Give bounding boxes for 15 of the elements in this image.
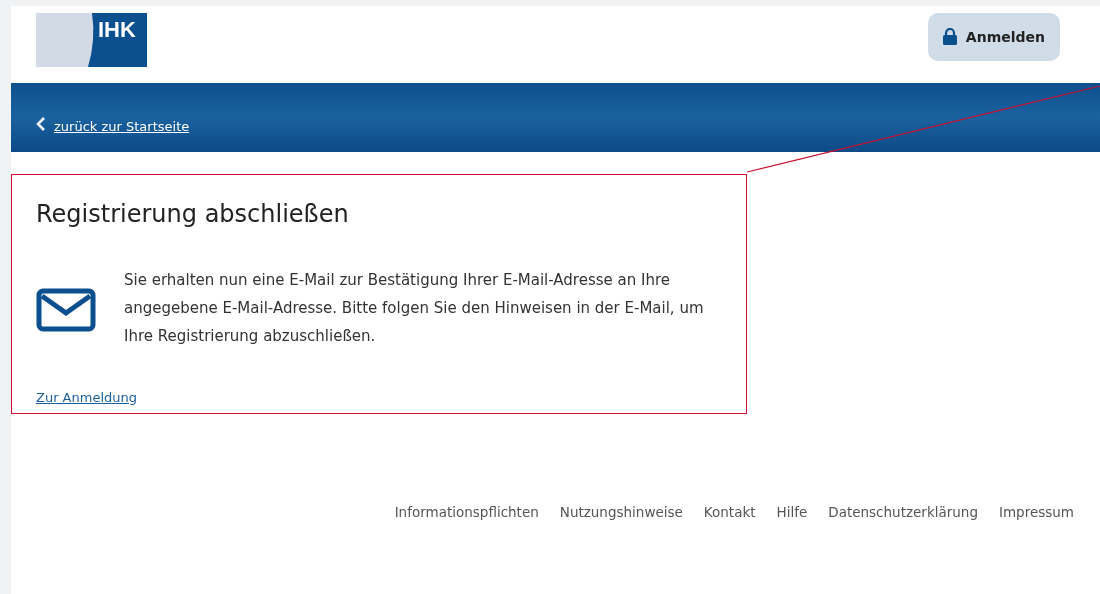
chevron-left-icon — [36, 117, 46, 131]
login-button[interactable]: Anmelden — [927, 12, 1060, 61]
footer-link[interactable]: Kontakt — [703, 504, 756, 520]
envelope-icon — [36, 288, 96, 332]
confirmation-message: Sie erhalten nun eine E-Mail zur Bestätigung Ihrer E-Mail-Adresse an Ihre angegebene E-Mail-Adresse. Bitte folgen Sie den Hinweisen in der E-Mail, um Ihre Registrierung abzuschließen. — [124, 270, 705, 347]
footer-link[interactable]: Informationspflichten — [394, 504, 539, 520]
footer-link[interactable]: Hilfe — [776, 504, 808, 520]
footer-link[interactable]: Impressum — [998, 504, 1074, 520]
footer-link[interactable]: Datenschutzerklärung — [828, 504, 978, 520]
page-title: Registrierung abschließen — [36, 200, 350, 228]
footer-link[interactable]: Nutzungshinweise — [559, 504, 683, 520]
lock-icon — [942, 28, 957, 45]
back-link[interactable]: zurück zur Startseite — [54, 119, 190, 134]
logo-text: IHK — [98, 16, 136, 42]
login-link[interactable]: Zur Anmeldung — [36, 390, 137, 405]
